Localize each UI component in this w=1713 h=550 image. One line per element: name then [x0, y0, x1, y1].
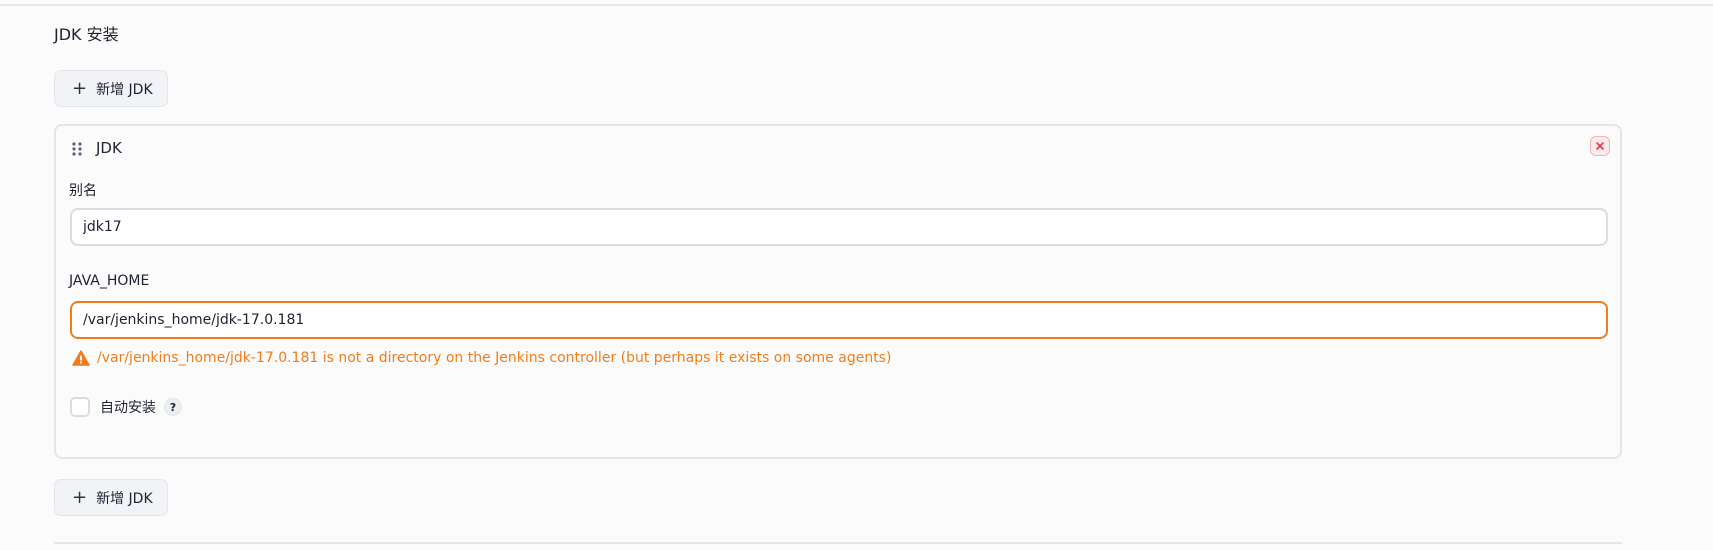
close-icon — [1596, 142, 1604, 150]
alias-label: 别名 — [69, 183, 97, 199]
java-home-label: JAVA_HOME — [69, 273, 150, 289]
java-home-warning: /var/jenkins_home/jdk-17.0.181 is not a … — [72, 350, 891, 366]
help-icon[interactable]: ? — [164, 398, 182, 416]
top-divider — [0, 4, 1713, 6]
auto-install-checkbox[interactable] — [70, 397, 90, 417]
java-home-input[interactable] — [70, 301, 1608, 339]
drag-handle-icon[interactable] — [71, 142, 83, 156]
add-jdk-button-bottom[interactable]: + 新增 JDK — [54, 479, 168, 516]
alias-input[interactable] — [70, 208, 1608, 246]
plus-icon: + — [72, 77, 88, 99]
delete-jdk-button[interactable] — [1590, 136, 1610, 156]
plus-icon: + — [72, 486, 88, 508]
bottom-divider — [54, 542, 1622, 544]
jdk-installation-card: JDK 别名 JAVA_HOME /var/jenkins_home/jdk-1… — [54, 124, 1622, 459]
add-jdk-button-top[interactable]: + 新增 JDK — [54, 70, 168, 107]
warning-icon — [72, 350, 90, 366]
section-title: JDK 安装 — [54, 25, 119, 44]
add-jdk-button-label: 新增 JDK — [96, 490, 153, 507]
auto-install-row: 自动安装 ? — [70, 397, 182, 417]
card-title: JDK — [96, 139, 122, 157]
auto-install-label[interactable]: 自动安装 — [100, 397, 156, 417]
warning-text: /var/jenkins_home/jdk-17.0.181 is not a … — [97, 350, 892, 366]
add-jdk-button-label: 新增 JDK — [96, 81, 153, 98]
